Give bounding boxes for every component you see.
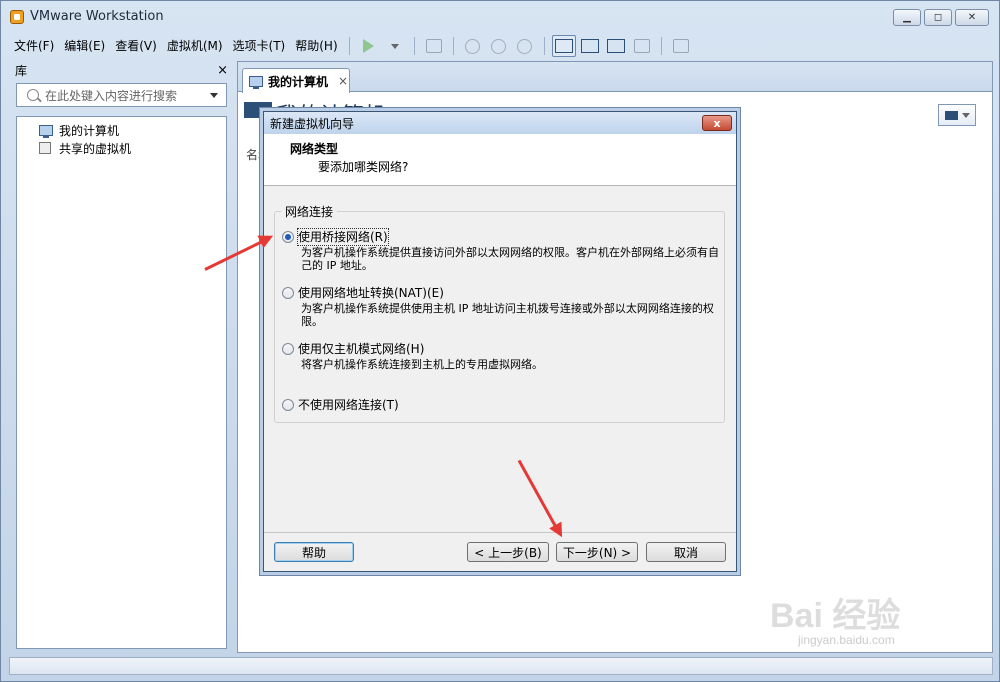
console-icon (672, 39, 689, 53)
window-controls: ▁ ◻ ✕ (893, 9, 989, 26)
toolbar-separator (660, 37, 662, 55)
revert-snapshot-button[interactable] (487, 35, 511, 57)
view-mode-button[interactable] (938, 104, 976, 126)
radio-host-only[interactable]: 使用仅主机模式网络(H) (282, 341, 424, 357)
vmware-logo-icon (10, 10, 24, 24)
snapshot-button[interactable] (461, 35, 485, 57)
send-ctrl-alt-del-button[interactable] (422, 35, 446, 57)
snapshot-manager-button[interactable] (513, 35, 537, 57)
tab-label: 我的计算机 (268, 74, 329, 89)
radio-button[interactable] (282, 399, 294, 411)
play-icon (363, 39, 375, 53)
dialog-subheading: 要添加哪类网络? (318, 160, 409, 174)
toolbar-separator (452, 37, 454, 55)
tab-my-computer[interactable]: 我的计算机 × (242, 68, 350, 93)
radio-button[interactable] (282, 287, 294, 299)
minimize-button[interactable]: ▁ (893, 9, 921, 26)
status-bar (9, 657, 993, 675)
thumbnail-view-icon (580, 39, 599, 53)
menu-edit[interactable]: 编辑(E) (59, 34, 110, 58)
search-input[interactable]: 在此处键入内容进行搜索 (45, 87, 210, 104)
menu-tabs[interactable]: 选项卡(T) (228, 34, 291, 58)
search-dropdown-icon[interactable] (210, 92, 218, 98)
toolbar-separator (348, 37, 350, 55)
tab-close-button[interactable]: × (338, 74, 348, 88)
snapshot-icon (465, 38, 481, 54)
menu-vm[interactable]: 虚拟机(M) (162, 34, 228, 58)
radio-nat[interactable]: 使用网络地址转换(NAT)(E) (282, 285, 444, 301)
unity-icon (633, 39, 650, 53)
toolbar-separator (543, 37, 545, 55)
dialog-header: 网络类型 要添加哪类网络? (264, 134, 736, 186)
chevron-down-icon (961, 112, 970, 118)
group-label: 网络连接 (281, 203, 338, 220)
computer-icon (39, 124, 53, 138)
window-title: VMware Workstation (30, 9, 164, 24)
menu-view[interactable]: 查看(V) (110, 34, 162, 58)
title-bar: VMware Workstation ▁ ◻ ✕ (1, 1, 999, 33)
back-button[interactable]: < 上一步(B) (467, 542, 549, 562)
thumbnail-bar-button[interactable] (578, 35, 602, 57)
library-search[interactable]: 在此处键入内容进行搜索 (16, 83, 227, 107)
chevron-down-icon (390, 43, 399, 49)
watermark-url: jingyan.baidu.com (798, 633, 895, 647)
maximize-button[interactable]: ◻ (924, 9, 952, 26)
tree-item-my-computer[interactable]: 我的计算机 (17, 121, 226, 139)
radio-label: 使用网络地址转换(NAT)(E) (298, 286, 444, 300)
menu-bar: 文件(F) 编辑(E) 查看(V) 虚拟机(M) 选项卡(T) 帮助(H) (9, 33, 993, 59)
next-button[interactable]: 下一步(N) > (556, 542, 638, 562)
dialog-heading: 网络类型 (290, 142, 339, 156)
tree-item-shared-vms[interactable]: 共享的虚拟机 (17, 139, 226, 157)
toolbar-separator (413, 37, 415, 55)
tree-item-label: 共享的虚拟机 (59, 141, 132, 156)
search-icon (27, 89, 39, 101)
library-title: 库 (15, 63, 28, 78)
help-button[interactable]: 帮助 (274, 542, 354, 562)
option-description: 为客户机操作系统提供使用主机 IP 地址访问主机拨号连接或外部以太网网络连接的权… (301, 302, 714, 328)
menu-file[interactable]: 文件(F) (9, 34, 59, 58)
menu-help[interactable]: 帮助(H) (290, 34, 342, 58)
view-mode-icon (944, 110, 958, 120)
radio-button-selected[interactable] (282, 231, 294, 243)
fullscreen-icon (606, 39, 625, 53)
cancel-button[interactable]: 取消 (646, 542, 726, 562)
dialog-title: 新建虚拟机向导 (270, 116, 355, 131)
revert-icon (491, 38, 507, 54)
computer-icon (249, 75, 263, 89)
radio-button[interactable] (282, 343, 294, 355)
library-header: 库 × (9, 61, 234, 79)
dialog-close-button[interactable]: x (702, 115, 732, 131)
library-view-icon (554, 39, 573, 53)
radio-label: 不使用网络连接(T) (298, 398, 399, 412)
dialog-title-bar: 新建虚拟机向导 x (264, 112, 736, 134)
radio-label: 使用仅主机模式网络(H) (298, 342, 425, 356)
tab-strip: 我的计算机 × (238, 62, 992, 93)
keyboard-icon (425, 39, 442, 53)
tree-item-label: 我的计算机 (59, 123, 120, 138)
library-panel: 库 × 在此处键入内容进行搜索 我的计算机 共享的虚拟机 (9, 61, 234, 653)
console-view-button[interactable] (669, 35, 693, 57)
library-tree: 我的计算机 共享的虚拟机 (16, 116, 227, 649)
radio-no-network[interactable]: 不使用网络连接(T) (282, 397, 399, 413)
dialog-separator (264, 532, 736, 533)
network-connection-group: 网络连接 使用桥接网络(R) 为客户机操作系统提供直接访问外部以太网网络的权限。… (274, 203, 725, 423)
new-vm-wizard-dialog: 新建虚拟机向导 x 网络类型 要添加哪类网络? 网络连接 使用桥接网络(R) 为… (263, 111, 737, 572)
show-library-button[interactable] (551, 35, 576, 57)
unity-button[interactable] (630, 35, 654, 57)
radio-bridged[interactable]: 使用桥接网络(R) (282, 228, 389, 246)
power-dropdown-button[interactable] (383, 35, 407, 57)
watermark-logo: Bai 经验 (770, 597, 901, 635)
snapshot-manager-icon (517, 38, 533, 54)
power-on-button[interactable] (357, 35, 381, 57)
option-description: 将客户机操作系统连接到主机上的专用虚拟网络。 (301, 358, 543, 371)
shared-vm-icon (39, 142, 51, 154)
radio-label: 使用桥接网络(R) (297, 228, 389, 246)
option-description: 为客户机操作系统提供直接访问外部以太网网络的权限。客户机在外部网络上必须有自己的… (301, 246, 719, 272)
library-close-button[interactable]: × (217, 63, 228, 78)
close-window-button[interactable]: ✕ (955, 9, 989, 26)
full-screen-button[interactable] (604, 35, 628, 57)
